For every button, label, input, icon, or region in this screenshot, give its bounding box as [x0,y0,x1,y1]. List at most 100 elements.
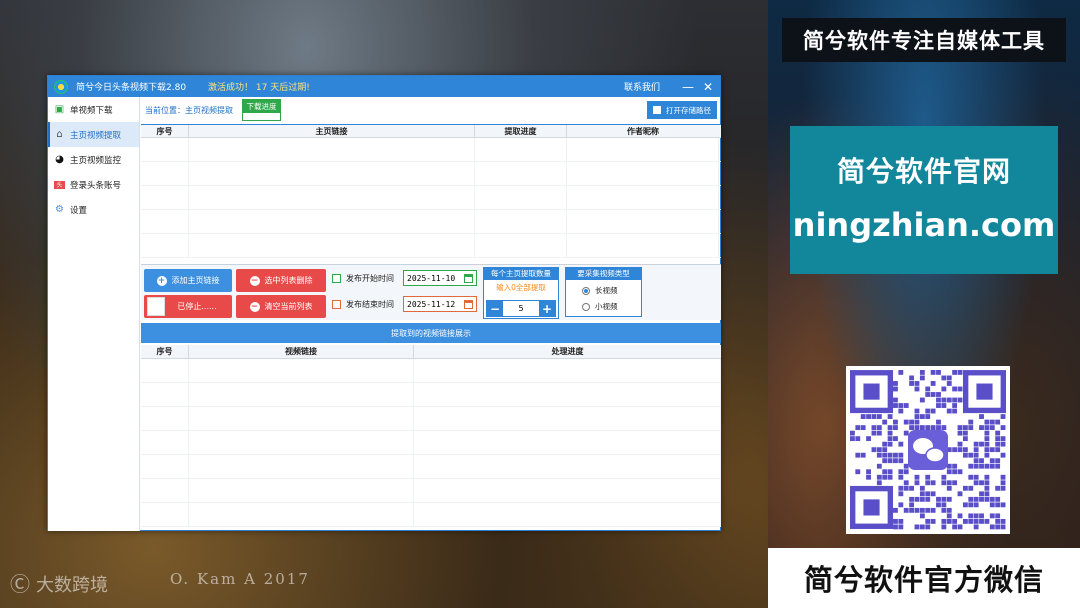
column-header[interactable]: 主页链接 [189,125,475,137]
column-header[interactable]: 提取进度 [475,125,567,137]
sidebar-item-label: 单视频下载 [70,105,113,116]
promo-title: 简兮软件专注自媒体工具 [782,18,1066,62]
radio-button[interactable] [582,286,590,295]
qr-pattern [850,370,1006,530]
table-row[interactable] [141,431,721,455]
video-type-header: 要采集视频类型 [566,268,641,280]
extract-quantity-box: 每个主页提取数量 输入0全部提取 − 5 + [483,267,559,319]
watermark-brand: 大数跨境 [36,575,108,596]
button-label: 选中列表删除 [264,276,313,285]
radio-label: 小视频 [595,302,618,311]
app-logo-icon [54,79,68,94]
table-row[interactable] [141,503,721,527]
homepage-table-header: 序号 主页链接 提取进度 作者昵称 [141,124,721,138]
close-button[interactable]: ✕ [702,80,714,94]
minus-icon: − [249,275,260,286]
wechat-qr-code [846,366,1010,534]
video-table-body[interactable] [141,359,721,527]
video-links-table: 序号 视频链接 处理进度 [141,345,721,527]
table-row[interactable] [141,479,721,503]
date-value: 2025-11-12 [407,299,456,309]
section-bar-video-links: 提取到的视频链接展示 [141,323,721,343]
download-progress-box: 下载进度 [242,99,281,121]
sidebar-item-homepage-extract[interactable]: ⌂ 主页视频提取 [48,122,139,147]
increment-button[interactable]: + [539,301,555,316]
checkbox[interactable] [332,300,341,309]
table-row[interactable] [141,186,721,210]
stop-indicator [147,297,165,316]
title-bar: 简兮今日头条视频下载2.80 激活成功！ 17 天后过期! 联系我们 — ✕ [48,76,720,97]
calendar-icon[interactable] [464,300,473,309]
open-storage-label: 打开存储路径 [666,105,711,115]
table-row[interactable] [141,234,721,258]
table-row[interactable] [141,455,721,479]
decrement-button[interactable]: − [487,301,503,316]
publish-start-date-input[interactable]: 2025-11-10 [403,270,477,286]
publish-start-checkbox[interactable]: 发布开始时间 [332,273,394,284]
checkbox-label: 发布开始时间 [346,274,394,283]
button-label: 已停止...... [177,302,217,311]
calendar-icon[interactable] [464,274,473,283]
table-row[interactable] [141,359,721,383]
column-header[interactable]: 序号 [141,125,189,137]
delete-selected-button[interactable]: − 选中列表删除 [236,269,326,292]
publish-end-date-input[interactable]: 2025-11-12 [403,296,477,312]
column-header[interactable]: 视频链接 [189,345,414,358]
clear-list-button[interactable]: − 清空当前列表 [236,295,326,318]
watermark-credit: O. Kam A 2017 [170,570,310,588]
column-header[interactable]: 序号 [141,345,189,358]
radio-label: 长视频 [595,286,618,295]
sidebar-item-label: 主页视频提取 [70,130,122,141]
sidebar-item-homepage-monitor[interactable]: ◕ 主页视频监控 [48,147,139,172]
film-icon: ▣ [54,104,65,115]
home-icon: ⌂ [56,129,63,140]
sidebar-item-login-account[interactable]: 头 登录头条账号 [48,172,139,197]
date-value: 2025-11-10 [407,273,456,283]
checkbox[interactable] [332,274,341,283]
breadcrumb: 当前位置：主页视频提取 下载进度 打开存储路径 [141,97,721,124]
table-row[interactable] [141,138,721,162]
app-window: 简兮今日头条视频下载2.80 激活成功！ 17 天后过期! 联系我们 — ✕ ▣… [47,75,721,531]
radio-short-video[interactable]: 小视频 [582,301,641,312]
gear-icon: ⚙ [55,204,64,215]
homepage-table-body[interactable] [141,138,721,258]
button-label: 添加主页链接 [171,276,220,285]
table-row[interactable] [141,162,721,186]
table-row[interactable] [141,210,721,234]
quantity-hint: 输入0全部提取 [496,283,546,292]
open-storage-button[interactable]: 打开存储路径 [647,101,717,119]
publish-end-checkbox[interactable]: 发布结束时间 [332,299,394,310]
promo-site-url: ningzhian.com [792,206,1056,244]
activation-status: 激活成功！ 17 天后过期! [208,83,310,93]
minus-icon: − [249,301,260,312]
app-title: 简兮今日头条视频下载2.80 [76,83,187,93]
minimize-button[interactable]: — [682,80,694,94]
table-row[interactable] [141,407,721,431]
column-header[interactable]: 处理进度 [414,345,721,358]
sidebar-item-label: 主页视频监控 [70,155,122,166]
quantity-header: 每个主页提取数量 [484,268,558,280]
watermark: Ⓒ 大数跨境 O. Kam A 2017 [10,568,308,597]
sidebar-item-single-video[interactable]: ▣ 单视频下载 [48,97,139,122]
plus-icon: + [156,275,167,286]
watermark-logo-icon: Ⓒ [10,572,30,596]
promo-site-box: 简兮软件官网 ningzhian.com [790,126,1058,274]
radio-button[interactable] [582,302,590,311]
sidebar-item-label: 登录头条账号 [70,180,122,191]
add-homepage-link-button[interactable]: + 添加主页链接 [144,269,232,292]
download-progress-label: 下载进度 [243,100,280,113]
controls-panel: + 添加主页链接 − 选中列表删除 已停止...... − 清空当前列表 发布开始时间… [141,264,721,320]
main-panel: 当前位置：主页视频提取 下载进度 打开存储路径 序号 主页链接 提取进度 作者昵… [141,97,721,531]
breadcrumb-text: 当前位置：主页视频提取 [145,106,233,115]
quantity-value[interactable]: 5 [503,301,539,316]
table-row[interactable] [141,383,721,407]
video-type-box: 要采集视频类型 长视频 小视频 [565,267,642,317]
radio-long-video[interactable]: 长视频 [582,285,641,296]
sidebar-item-settings[interactable]: ⚙ 设置 [48,197,139,222]
quantity-stepper[interactable]: − 5 + [486,300,556,317]
video-table-header: 序号 视频链接 处理进度 [141,345,721,359]
contact-us-link[interactable]: 联系我们 [624,80,660,93]
sidebar: ▣ 单视频下载 ⌂ 主页视频提取 ◕ 主页视频监控 头 登录头条账号 ⚙ 设置 [48,97,140,531]
column-header[interactable]: 作者昵称 [567,125,719,137]
button-label: 清空当前列表 [264,302,313,311]
